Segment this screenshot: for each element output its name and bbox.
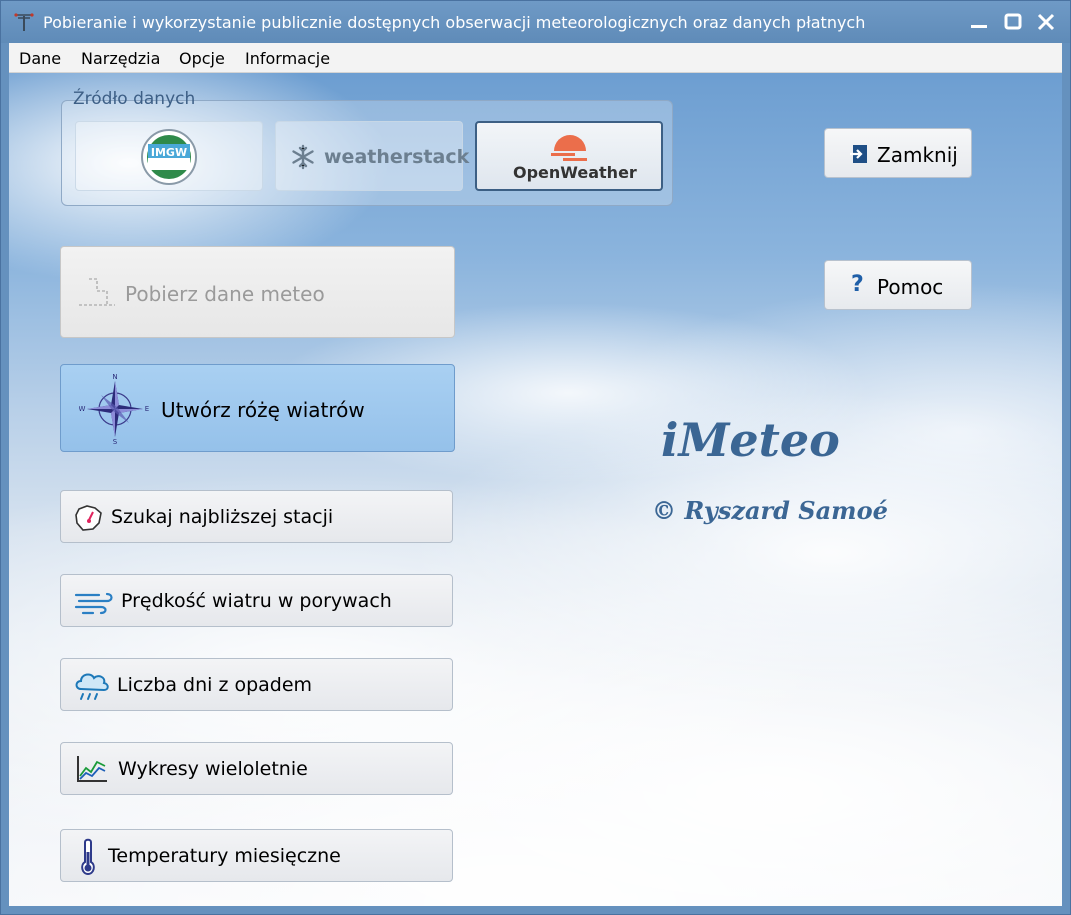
exit-icon: [850, 145, 867, 163]
compass-w-label: W: [79, 405, 86, 413]
title-bar[interactable]: Pobieranie i wykorzystanie publicznie do…: [1, 1, 1070, 43]
close-label: Zamknij: [877, 143, 958, 167]
help-label: Pomoc: [877, 275, 944, 299]
help-icon: ?: [851, 272, 864, 297]
antenna-icon: [14, 13, 34, 31]
menu-bar: Dane Narzędzia Opcje Informacje: [9, 43, 1062, 73]
minimize-icon[interactable]: [966, 9, 992, 35]
rain-cloud-icon: [75, 673, 109, 700]
menu-opcje[interactable]: Opcje: [179, 49, 225, 68]
source-openweather-button[interactable]: OpenWeather: [475, 121, 663, 191]
download-step-icon: [79, 278, 115, 306]
wind-icon: [74, 592, 113, 615]
multiyear-charts-label: Wykresy wieloletnie: [118, 758, 308, 780]
wind-rose-button[interactable]: N E S W Utwórz różę wiatrów: [60, 364, 455, 452]
monthly-temperatures-button[interactable]: Temperatury miesięczne: [60, 829, 453, 882]
menu-narzedzia[interactable]: Narzędzia: [81, 49, 160, 68]
line-chart-icon: [77, 756, 107, 782]
help-button[interactable]: ? Pomoc: [824, 260, 972, 310]
close-window-icon[interactable]: [1033, 9, 1059, 35]
precipitation-days-label: Liczba dni z opadem: [117, 674, 313, 696]
compass-s-label: S: [113, 438, 118, 445]
app-brand: iMeteo: [661, 413, 840, 467]
compass-rose-icon: N E S W: [79, 373, 149, 445]
close-button[interactable]: Zamknij: [824, 128, 972, 178]
wind-rose-label: Utwórz różę wiatrów: [161, 398, 365, 422]
download-meteo-label: Pobierz dane meteo: [125, 282, 325, 306]
source-imgw-button[interactable]: IMGW: [75, 121, 263, 191]
copyright-text: © Ryszard Samoé: [652, 496, 888, 525]
precipitation-days-button[interactable]: Liczba dni z opadem: [60, 658, 453, 711]
compass-e-label: E: [145, 405, 149, 413]
openweather-logo-text: OpenWeather: [513, 163, 637, 182]
compass-n-label: N: [112, 373, 117, 381]
maximize-icon[interactable]: [1000, 9, 1026, 35]
map-pin-icon: [75, 505, 102, 531]
menu-dane[interactable]: Dane: [19, 49, 61, 68]
thermometer-icon: [81, 838, 95, 876]
main-window: Pobieranie i wykorzystanie publicznie do…: [0, 0, 1071, 915]
monthly-temperatures-label: Temperatury miesięczne: [108, 845, 341, 867]
imgw-logo-icon: IMGW: [141, 129, 197, 185]
source-weatherstack-button[interactable]: weatherstack: [275, 121, 469, 191]
data-source-group: Źródło danych IMGW weatherstack OpenWeat…: [61, 89, 673, 206]
wind-gust-button[interactable]: Prędkość wiatru w porywach: [60, 574, 453, 627]
openweather-sun-icon: [551, 135, 587, 161]
main-panel: Źródło danych IMGW weatherstack OpenWeat…: [9, 73, 1062, 906]
data-source-label: Źródło danych: [73, 89, 196, 109]
snowflake-icon: [292, 144, 314, 170]
weatherstack-logo-text: weatherstack: [324, 146, 470, 168]
menu-informacje[interactable]: Informacje: [245, 49, 330, 68]
download-meteo-button[interactable]: Pobierz dane meteo: [60, 246, 455, 338]
multiyear-charts-button[interactable]: Wykresy wieloletnie: [60, 742, 453, 795]
window-title: Pobieranie i wykorzystanie publicznie do…: [43, 13, 866, 32]
nearest-station-button[interactable]: Szukaj najbliższej stacji: [60, 490, 453, 543]
imgw-logo-text: IMGW: [151, 146, 187, 159]
nearest-station-label: Szukaj najbliższej stacji: [111, 506, 334, 528]
wind-gust-label: Prędkość wiatru w porywach: [121, 590, 392, 612]
